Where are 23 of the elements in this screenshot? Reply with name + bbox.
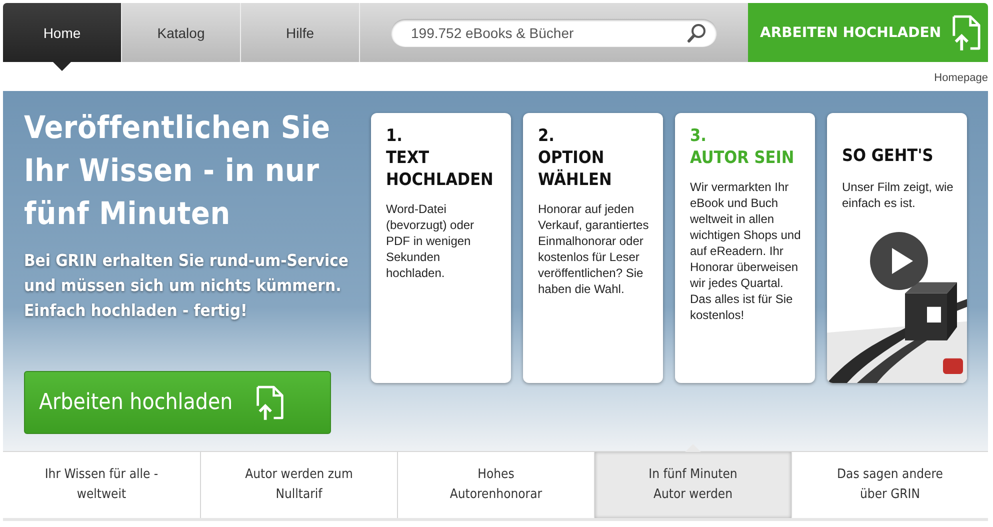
step-title: AUTOR SEIN	[690, 147, 796, 169]
step-description: Honorar auf jeden Verkauf, garantiertes Einmalhonorar oder kostenlos für Leser veröffentlichen? Sie haben die Wahl.	[538, 201, 650, 297]
step-title: TEXT HOCHLADEN	[386, 147, 494, 191]
video-description: Unser Film zeigt, wie einfach es ist.	[841, 179, 954, 211]
step-title: OPTION WÄHLEN	[538, 147, 613, 191]
hero-subtitle: Bei GRIN erhalten Sie rund-um-Service und müssen sich um nichts kümmern. Einfach hochladen - fertig!	[24, 250, 350, 322]
hero-headline: Veröffentlichen Sie Ihr Wissen - in nur fünf Minuten	[24, 109, 332, 234]
search-icon	[687, 22, 707, 42]
breadcrumb-link[interactable]: Homepage	[3, 62, 988, 91]
tab-pointer	[685, 444, 701, 452]
step-number: 2.	[538, 125, 556, 147]
upload-file-icon	[951, 14, 982, 52]
search-field[interactable]: 199.752 eBooks & Bücher	[391, 18, 717, 46]
nav-tab[interactable]: Hilfe	[241, 3, 360, 62]
step-description: Wir vermarkten Ihr eBook und Buch weltweit in allen wichtigen Shops und auf eReadern. Ihr Honorar überweisen wir jedes Quartal. Das alles ist für Sie kostenlos!	[690, 179, 802, 323]
play-button[interactable]	[870, 232, 928, 290]
step-number: 1.	[386, 125, 404, 147]
tab-pointer	[53, 62, 71, 71]
upload-file-icon	[254, 384, 285, 420]
nav-tab[interactable]: Katalog	[122, 3, 241, 62]
video-title: SO GEHT'S	[841, 145, 934, 167]
step-description: Word-Datei (bevorzugt) oder PDF in wenigen Sekunden hochladen.	[386, 201, 476, 281]
step-number: 3.	[690, 125, 708, 147]
